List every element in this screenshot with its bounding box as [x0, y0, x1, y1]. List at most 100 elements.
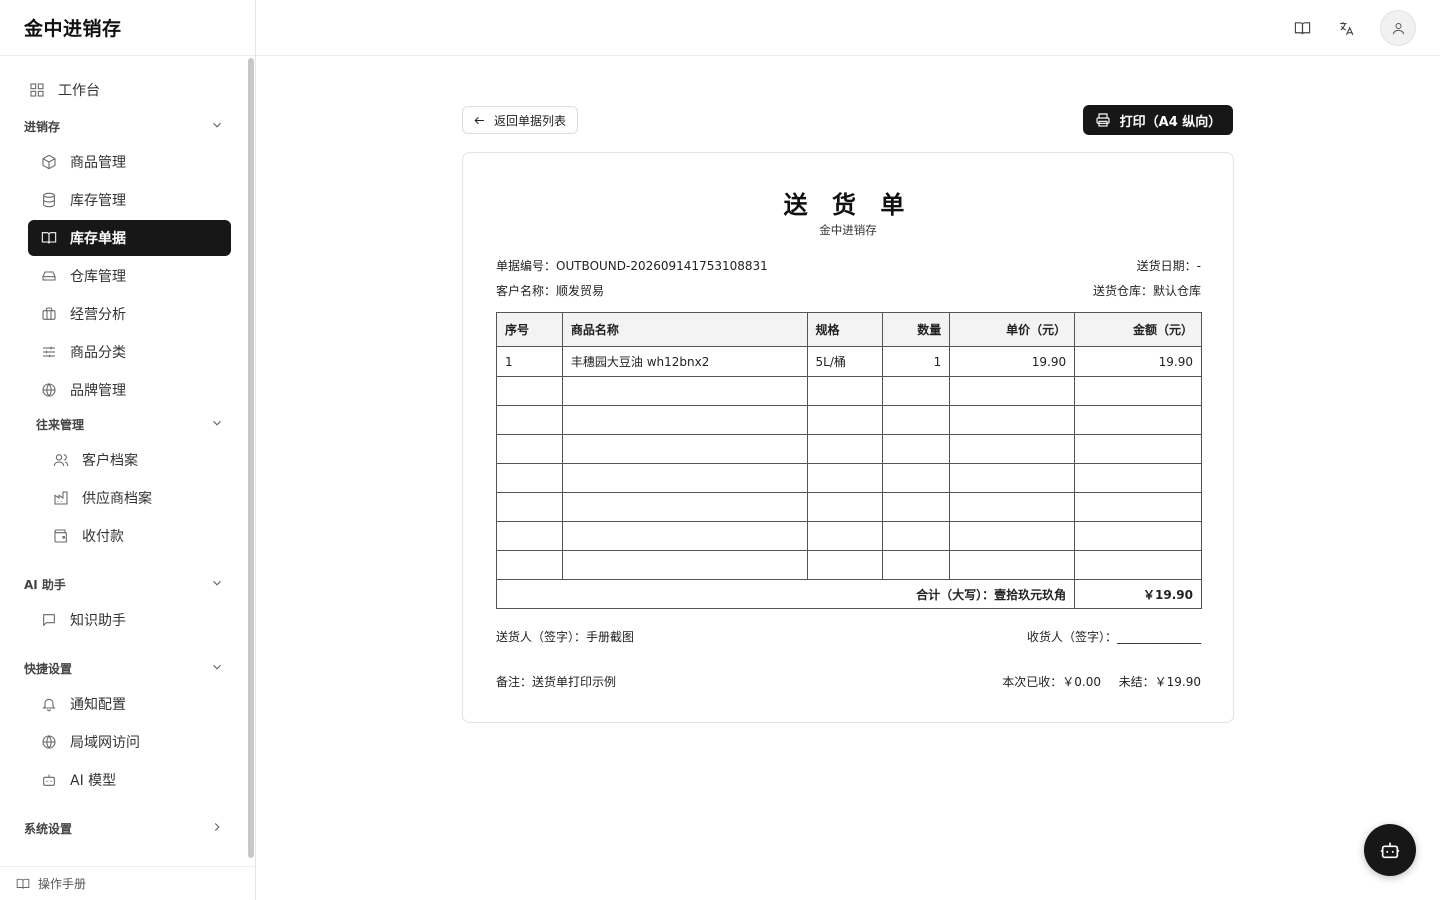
delivery-date: 送货日期：- — [1136, 259, 1201, 273]
sidebar-item-label: 工作台 — [58, 83, 100, 99]
language-button[interactable] — [1332, 14, 1360, 42]
sidebar-item-label: 库存单据 — [70, 231, 126, 247]
briefcase-icon — [40, 305, 58, 323]
sidebar-item-stock-docs[interactable]: 库存单据 — [28, 220, 231, 256]
sidebar-item-label: 供应商档案 — [82, 491, 152, 507]
users-icon — [52, 451, 70, 469]
sidebar-item-warehouse[interactable]: 仓库管理 — [28, 258, 231, 294]
sidebar-item-label: 商品分类 — [70, 345, 126, 361]
sidebar-item-label: 知识助手 — [70, 613, 126, 629]
total-amount: ￥19.90 — [1074, 579, 1202, 609]
received-amount: 本次已收：￥0.00 — [1002, 675, 1101, 689]
remark: 备注：送货单打印示例 — [496, 675, 617, 689]
sender-signature: 送货人（签字）：手册截图 — [496, 630, 635, 644]
group-header-ai[interactable]: AI 助手 — [24, 570, 224, 598]
factory-icon — [52, 489, 70, 507]
column-header: 规格 — [806, 312, 884, 347]
empty-row — [496, 434, 1202, 464]
print-label: 打印（A4 纵向） — [1119, 114, 1222, 130]
chevron-right-icon — [210, 820, 224, 837]
sidebar-item-label: 通知配置 — [70, 697, 126, 713]
group-header-inventory[interactable]: 进销存 — [24, 112, 224, 140]
cell-quantity: 1 — [882, 346, 951, 377]
print-button[interactable]: 打印（A4 纵向） — [1083, 105, 1233, 135]
cube-icon — [40, 153, 58, 171]
table-header-row: 序号 商品名称 规格 数量 单价（元） 金额（元） — [496, 312, 1202, 347]
bell-icon — [40, 695, 58, 713]
cell-amount: 19.90 — [1074, 346, 1202, 377]
items-table: 序号 商品名称 规格 数量 单价（元） 金额（元） 1 丰穗园大豆油 wh12b… — [495, 312, 1202, 609]
user-avatar[interactable] — [1380, 10, 1416, 46]
empty-row — [496, 376, 1202, 406]
customer-name: 客户名称：顺发贸易 — [496, 284, 605, 298]
payment-summary: 本次已收：￥0.00 未结：￥19.90 — [1002, 673, 1201, 690]
sidebar-item-categories[interactable]: 商品分类 — [28, 334, 231, 370]
cell-unit-price: 19.90 — [949, 346, 1076, 377]
sidebar-item-stock[interactable]: 库存管理 — [28, 182, 231, 218]
delivery-note: 送 货 单 金中进销存 单据编号：OUTBOUND-20260914175310… — [462, 152, 1234, 723]
receiver-signature: 收货人（签字）：______________ — [1026, 630, 1201, 644]
total-in-words: 合计（大写）：壹拾玖元玖角 — [495, 579, 1076, 609]
docs-button[interactable] — [1288, 14, 1316, 42]
total-row: 合计（大写）：壹拾玖元玖角 ￥19.90 — [495, 579, 1202, 609]
globe-icon — [40, 733, 58, 751]
group-header-partners[interactable]: 往来管理 — [36, 410, 224, 438]
sidebar: 金中进销存 工作台 进销存 商品管理 库存管理 库存单据 仓库管理 经营分析 商… — [0, 0, 256, 900]
sidebar-item-label: 收付款 — [82, 529, 124, 545]
cell-spec: 5L/桶 — [806, 346, 884, 377]
sidebar-scrollbar[interactable] — [248, 58, 254, 858]
group-label: AI 助手 — [24, 577, 66, 592]
sidebar-item-ai-model[interactable]: AI 模型 — [28, 762, 231, 798]
sidebar-item-label: 商品管理 — [70, 155, 126, 171]
message-square-icon — [40, 611, 58, 629]
ai-assistant-button[interactable] — [1364, 824, 1416, 876]
group-header-quick[interactable]: 快捷设置 — [24, 654, 224, 682]
group-label: 往来管理 — [36, 417, 85, 432]
bot-icon — [1380, 842, 1400, 859]
back-to-list-button[interactable]: 返回单据列表 — [462, 106, 579, 134]
translate-icon — [1339, 21, 1353, 35]
sidebar-item-label: AI 模型 — [70, 773, 117, 789]
column-header: 序号 — [496, 312, 563, 347]
sidebar-item-products[interactable]: 商品管理 — [28, 144, 231, 180]
sidebar-item-label: 仓库管理 — [70, 269, 126, 285]
cell-product: 丰穗园大豆油 wh12bnx2 — [561, 346, 808, 377]
sidebar-item-suppliers[interactable]: 供应商档案 — [40, 480, 231, 516]
empty-row — [496, 521, 1202, 551]
chevron-down-icon — [210, 118, 224, 135]
column-header: 金额（元） — [1074, 312, 1202, 347]
table-row: 1 丰穗园大豆油 wh12bnx2 5L/桶 1 19.90 19.90 — [496, 346, 1202, 377]
group-label: 快捷设置 — [24, 661, 73, 676]
sidebar-item-workbench[interactable]: 工作台 — [28, 72, 231, 108]
group-header-system[interactable]: 系统设置 — [24, 814, 224, 842]
topbar — [256, 0, 1440, 56]
sidebar-item-customers[interactable]: 客户档案 — [40, 442, 231, 478]
wallet-icon — [52, 527, 70, 545]
sidebar-item-label: 局域网访问 — [70, 735, 140, 751]
sliders-icon — [40, 343, 58, 361]
sidebar-item-payments[interactable]: 收付款 — [40, 518, 231, 554]
back-label: 返回单据列表 — [494, 113, 567, 128]
column-header: 单价（元） — [949, 312, 1076, 347]
document-title: 送 货 单 — [783, 191, 913, 219]
manual-link[interactable]: 操作手册 — [0, 866, 256, 900]
globe-icon — [40, 381, 58, 399]
sidebar-item-label: 客户档案 — [82, 453, 138, 469]
outstanding-amount: 未结：￥19.90 — [1118, 675, 1201, 689]
sidebar-item-analysis[interactable]: 经营分析 — [28, 296, 231, 332]
hard-drive-icon — [40, 267, 58, 285]
empty-row — [496, 492, 1202, 522]
sidebar-item-notifications[interactable]: 通知配置 — [28, 686, 231, 722]
sidebar-item-knowledge[interactable]: 知识助手 — [28, 602, 231, 638]
cell-index: 1 — [496, 346, 563, 377]
empty-row — [496, 405, 1202, 435]
manual-label: 操作手册 — [38, 877, 87, 891]
chevron-down-icon — [210, 576, 224, 593]
sidebar-item-label: 经营分析 — [70, 307, 126, 323]
user-icon — [1392, 22, 1404, 34]
book-open-icon — [16, 878, 30, 889]
printer-icon — [1096, 113, 1110, 127]
sidebar-item-lan[interactable]: 局域网访问 — [28, 724, 231, 760]
sidebar-item-brands[interactable]: 品牌管理 — [28, 372, 231, 408]
grid-icon — [28, 81, 46, 99]
